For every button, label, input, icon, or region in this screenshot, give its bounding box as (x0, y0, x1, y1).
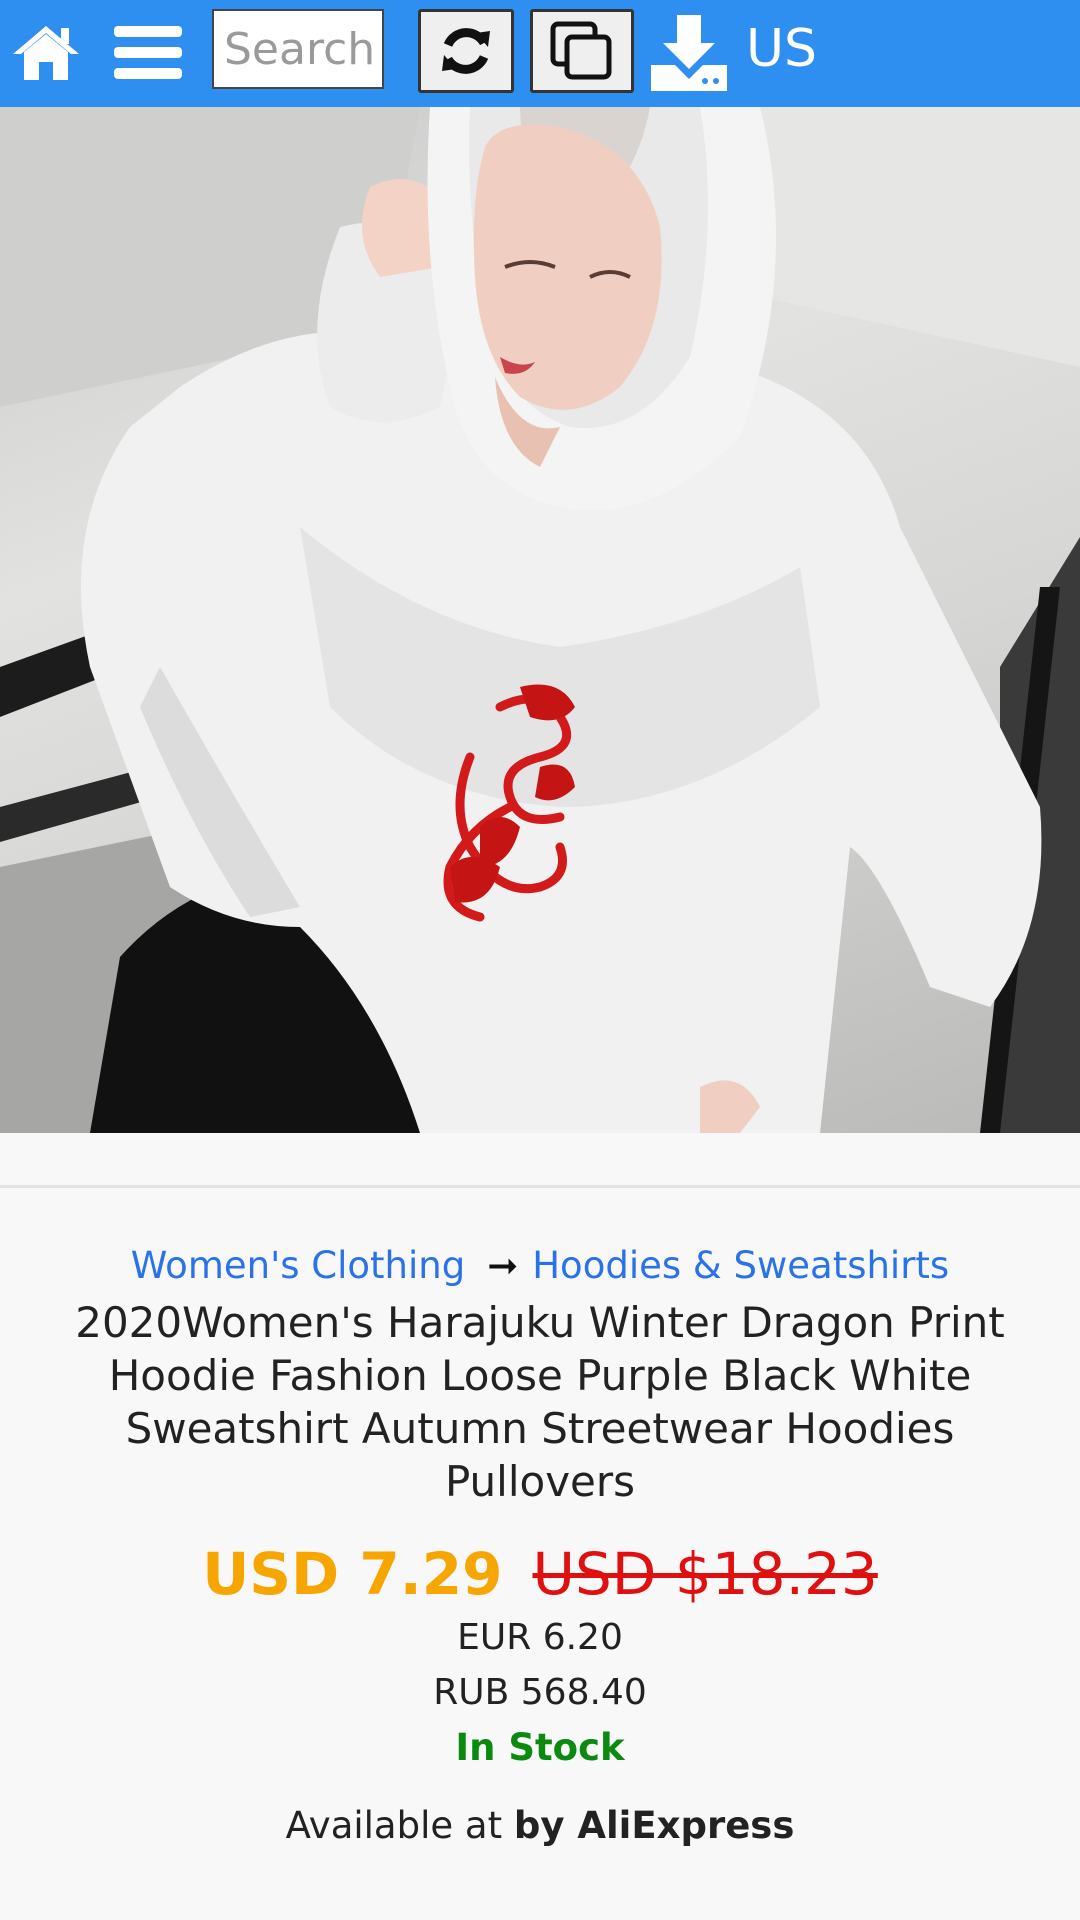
price-eur: EUR 6.20 (457, 1617, 623, 1658)
stock-status: In Stock (455, 1726, 625, 1769)
product-title: 2020Women's Harajuku Winter Dragon Print… (75, 1298, 1005, 1506)
refresh-button[interactable] (418, 9, 514, 93)
top-toolbar: US (0, 0, 1080, 107)
price-row: USD 7.29 USD $18.23 (0, 1538, 1080, 1610)
breadcrumb-arrow-icon: ➞ (487, 1244, 519, 1287)
breadcrumb: Women's Clothing ➞ Hoodies & Sweatshirts (0, 1240, 1080, 1292)
availability: Available at by AliExpress (0, 1799, 1080, 1853)
price-rub: RUB 568.40 (433, 1672, 647, 1713)
product-info: Women's Clothing ➞ Hoodies & Sweatshirts 2… (0, 1240, 1080, 1853)
copy-button[interactable] (530, 9, 634, 93)
menu-icon[interactable] (110, 8, 186, 98)
store-name-link[interactable]: by AliExpress (514, 1804, 795, 1847)
breadcrumb-subcategory-link[interactable]: Hoodies & Sweatshirts (532, 1244, 949, 1287)
copy-icon (550, 21, 612, 80)
home-icon[interactable] (8, 8, 84, 98)
refresh-icon (442, 28, 490, 74)
divider (0, 1185, 1080, 1188)
availability-prefix: Available at (285, 1804, 503, 1847)
product-image[interactable] (0, 107, 1080, 1133)
hoodie-photo (0, 107, 1080, 1133)
current-price: USD 7.29 (202, 1540, 503, 1608)
search-input[interactable] (212, 9, 384, 89)
breadcrumb-category-link[interactable]: Women's Clothing (131, 1244, 465, 1287)
original-price: USD $18.23 (532, 1540, 878, 1608)
download-icon[interactable] (648, 8, 730, 98)
country-label[interactable]: US (746, 14, 817, 84)
